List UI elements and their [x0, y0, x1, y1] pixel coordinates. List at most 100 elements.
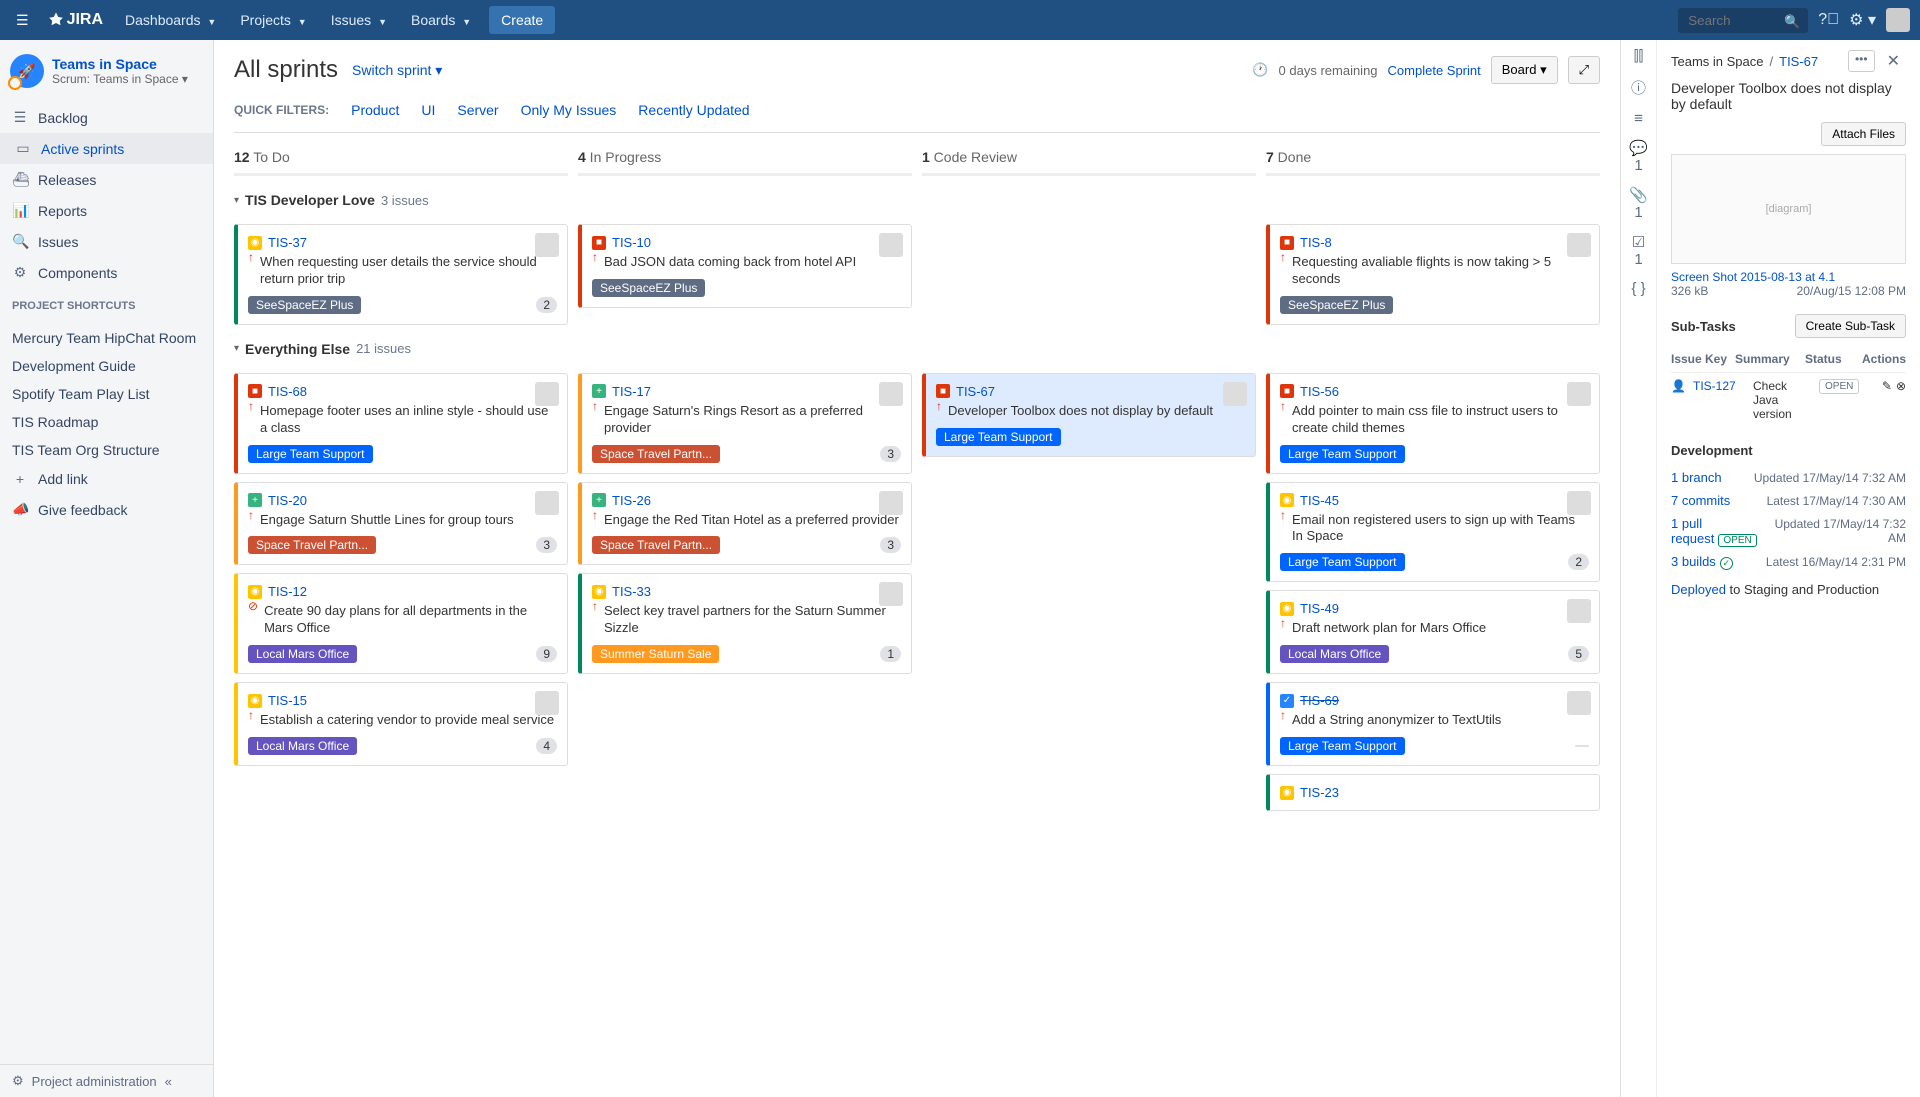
- issue-card[interactable]: ✓ TIS-69Add a String anonymizer to TextU…: [1266, 682, 1600, 766]
- jira-logo[interactable]: JIRA: [47, 11, 103, 29]
- swimlane-header[interactable]: ▾Everything Else 21 issues: [234, 341, 1600, 357]
- issue-card[interactable]: ◉ TIS-37When requesting user details the…: [234, 224, 568, 325]
- filter-ui[interactable]: UI: [421, 102, 435, 118]
- column-done: 7 Done: [1266, 149, 1600, 184]
- nav-releases[interactable]: ⛴Releases: [0, 164, 213, 195]
- sidebar-nav: ☰Backlog▭Active sprints⛴Releases📊Reports…: [0, 102, 213, 288]
- issue-card[interactable]: ■ TIS-8Requesting avaliable flights is n…: [1266, 224, 1600, 325]
- attachment-date: 20/Aug/15 12:08 PM: [1797, 284, 1906, 298]
- attachment-name[interactable]: Screen Shot 2015-08-13 at 4.1: [1671, 270, 1835, 284]
- assignee-avatar: [879, 382, 903, 406]
- issue-card[interactable]: + TIS-26Engage the Red Titan Hotel as a …: [578, 482, 912, 566]
- dev-row[interactable]: 7 commitsLatest 17/May/14 7:30 AM: [1671, 489, 1906, 512]
- gear-icon: ⚙: [12, 1073, 24, 1089]
- issue-card[interactable]: ◉ TIS-12Create 90 day plans for all depa…: [234, 573, 568, 674]
- column-in-progress: 4 In Progress: [578, 149, 912, 184]
- detail-tabs: ⫿⫿ ⓘ ≡ 💬1 📎1 ☑1 { }: [1621, 40, 1657, 1097]
- nav-backlog[interactable]: ☰Backlog: [0, 102, 213, 133]
- days-remaining: 0 days remaining: [1279, 63, 1378, 78]
- search-icon[interactable]: 🔍: [1784, 14, 1800, 30]
- filter-product[interactable]: Product: [351, 102, 399, 118]
- shortcuts-header: PROJECT SHORTCUTS: [0, 288, 213, 324]
- dev-row[interactable]: 3 builds✓Latest 16/May/14 2:31 PM: [1671, 550, 1906, 574]
- switch-sprint[interactable]: Switch sprint ▾: [352, 62, 442, 79]
- deployed-link[interactable]: Deployed: [1671, 582, 1726, 597]
- menu-projects[interactable]: Projects ▼: [230, 6, 316, 34]
- give-feedback[interactable]: 📣Give feedback: [0, 494, 213, 525]
- issue-card[interactable]: + TIS-20Engage Saturn Shuttle Lines for …: [234, 482, 568, 566]
- swimlane-header[interactable]: ▾TIS Developer Love 3 issues: [234, 192, 1600, 208]
- filter-recently-updated[interactable]: Recently Updated: [638, 102, 749, 118]
- board-dropdown[interactable]: Board ▾: [1491, 56, 1558, 84]
- assignee-avatar: [535, 382, 559, 406]
- assignee-avatar: [535, 233, 559, 257]
- collapse-icon[interactable]: «: [165, 1074, 201, 1089]
- shortcut-link[interactable]: TIS Team Org Structure: [0, 436, 213, 464]
- assignee-avatar: [1567, 233, 1591, 257]
- detail-tab-attach[interactable]: 📎: [1629, 187, 1648, 204]
- issue-detail-panel: ⫿⫿ ⓘ ≡ 💬1 📎1 ☑1 { } Teams in Space / TIS…: [1620, 40, 1920, 1097]
- column-code-review: 1 Code Review: [922, 149, 1256, 184]
- column-to-do: 12 To Do: [234, 149, 568, 184]
- shortcuts-list: Mercury Team HipChat RoomDevelopment Gui…: [0, 324, 213, 464]
- detail-tab-desc[interactable]: ≡: [1634, 110, 1643, 127]
- detail-tab-comments[interactable]: 💬: [1629, 140, 1648, 157]
- shortcut-link[interactable]: Spotify Team Play List: [0, 380, 213, 408]
- filter-server[interactable]: Server: [457, 102, 498, 118]
- nav-reports[interactable]: 📊Reports: [0, 195, 213, 226]
- issue-card[interactable]: ◉ TIS-23: [1266, 774, 1600, 811]
- issue-card[interactable]: ◉ TIS-45Email non registered users to si…: [1266, 482, 1600, 583]
- issue-card[interactable]: ◉ TIS-49Draft network plan for Mars Offi…: [1266, 590, 1600, 674]
- issue-card[interactable]: ■ TIS-68Homepage footer uses an inline s…: [234, 373, 568, 474]
- nav-issues[interactable]: 🔍Issues: [0, 226, 213, 257]
- attach-files-button[interactable]: Attach Files: [1821, 122, 1906, 146]
- sidebar-footer[interactable]: ⚙ Project administration «: [0, 1064, 213, 1097]
- shortcut-link[interactable]: TIS Roadmap: [0, 408, 213, 436]
- more-actions[interactable]: •••: [1848, 50, 1875, 72]
- complete-sprint[interactable]: Complete Sprint: [1388, 63, 1481, 78]
- user-avatar[interactable]: [1886, 8, 1910, 32]
- top-navigation: ☰ JIRA Dashboards ▼Projects ▼Issues ▼Boa…: [0, 0, 1920, 40]
- create-subtask-button[interactable]: Create Sub-Task: [1795, 314, 1906, 338]
- settings-icon[interactable]: ⚙ ▾: [1849, 10, 1876, 30]
- menu-boards[interactable]: Boards ▼: [401, 6, 481, 34]
- issue-card[interactable]: ■ TIS-56Add pointer to main css file to …: [1266, 373, 1600, 474]
- project-header[interactable]: 🚀 Teams in Space Scrum: Teams in Space ▾: [0, 40, 213, 102]
- assignee-avatar: [1567, 491, 1591, 515]
- delete-icon[interactable]: ⊗: [1896, 379, 1906, 393]
- project-name: Teams in Space: [52, 56, 188, 72]
- issue-card[interactable]: ■ TIS-67Developer Toolbox does not displ…: [922, 373, 1256, 457]
- assignee-avatar: [535, 691, 559, 715]
- detail-project[interactable]: Teams in Space: [1671, 54, 1764, 69]
- issue-card[interactable]: ■ TIS-10Bad JSON data coming back from h…: [578, 224, 912, 308]
- issue-card[interactable]: ◉ TIS-15Establish a catering vendor to p…: [234, 682, 568, 766]
- assignee-avatar: [1223, 382, 1247, 406]
- search-wrap: 🔍: [1678, 8, 1808, 33]
- detail-tab-details[interactable]: ⫿⫿: [1634, 48, 1644, 65]
- menu-icon[interactable]: ☰: [10, 6, 35, 35]
- attachment-thumbnail[interactable]: [diagram]: [1671, 154, 1906, 264]
- issue-card[interactable]: ◉ TIS-33Select key travel partners for t…: [578, 573, 912, 674]
- add-link[interactable]: +Add link: [0, 464, 213, 494]
- shortcut-link[interactable]: Mercury Team HipChat Room: [0, 324, 213, 352]
- help-icon[interactable]: ?⃝: [1818, 11, 1839, 29]
- nav-active-sprints[interactable]: ▭Active sprints: [0, 133, 213, 164]
- dev-row[interactable]: 1 branchUpdated 17/May/14 7:32 AM: [1671, 466, 1906, 489]
- create-button[interactable]: Create: [489, 6, 555, 34]
- dev-row[interactable]: 1 pull requestOPENUpdated 17/May/14 7:32…: [1671, 512, 1906, 550]
- menu-issues[interactable]: Issues ▼: [321, 6, 397, 34]
- detail-tab-info[interactable]: ⓘ: [1631, 77, 1646, 98]
- shortcut-link[interactable]: Development Guide: [0, 352, 213, 380]
- nav-components[interactable]: ⚙Components: [0, 257, 213, 288]
- subtask-row[interactable]: 👤 TIS-127 Check Java version OPEN ✎ ⊗: [1671, 373, 1906, 427]
- menu-dashboards[interactable]: Dashboards ▼: [115, 6, 226, 34]
- detail-issue-key[interactable]: TIS-67: [1779, 54, 1818, 69]
- detail-tab-subtasks[interactable]: ☑: [1632, 234, 1645, 251]
- edit-icon[interactable]: ✎: [1882, 379, 1892, 393]
- assignee-avatar: [535, 491, 559, 515]
- filter-only-my-issues[interactable]: Only My Issues: [521, 102, 617, 118]
- expand-button[interactable]: ⤢: [1568, 56, 1600, 84]
- issue-card[interactable]: + TIS-17Engage Saturn's Rings Resort as …: [578, 373, 912, 474]
- detail-tab-dev[interactable]: { }: [1631, 280, 1645, 297]
- close-detail[interactable]: ✕: [1881, 50, 1906, 72]
